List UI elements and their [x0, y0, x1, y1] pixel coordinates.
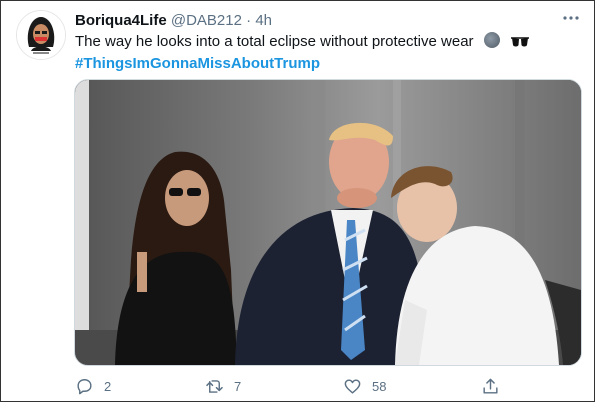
reply-button[interactable]: 2 [75, 372, 111, 400]
retweet-count: 7 [234, 378, 242, 394]
avatar[interactable] [16, 10, 66, 60]
tweet-text: The way he looks into a total eclipse wi… [75, 33, 474, 50]
like-button[interactable]: 58 [343, 372, 386, 400]
timestamp[interactable]: 4h [255, 12, 272, 29]
tweet-photo[interactable] [74, 79, 582, 366]
retweet-icon [206, 379, 223, 393]
new-moon-emoji [483, 32, 500, 48]
retweet-button[interactable]: 7 [205, 372, 241, 400]
tweet-actions: 2 7 58 [75, 372, 505, 400]
heart-icon [344, 378, 361, 394]
share-button[interactable] [481, 372, 500, 400]
separator-dot: · [246, 12, 252, 29]
user-handle[interactable]: @DAB212 [171, 12, 242, 29]
reply-count: 2 [104, 378, 112, 394]
sunglasses-emoji [510, 34, 530, 54]
share-icon [483, 378, 498, 394]
display-name[interactable]: Boriqua4Life [75, 12, 167, 29]
more-options-button[interactable] [561, 9, 581, 29]
more-icon [563, 16, 579, 20]
like-count: 58 [372, 378, 387, 394]
hashtag-link[interactable]: #ThingsImGonnaMissAboutTrump [75, 54, 320, 74]
avatar-illustration [17, 11, 65, 59]
tweet-header: Boriqua4Life @DAB212 · 4h [75, 11, 579, 31]
tweet-text-block: The way he looks into a total eclipse wi… [75, 32, 579, 74]
photo-image [75, 80, 581, 365]
reply-icon [77, 378, 92, 394]
